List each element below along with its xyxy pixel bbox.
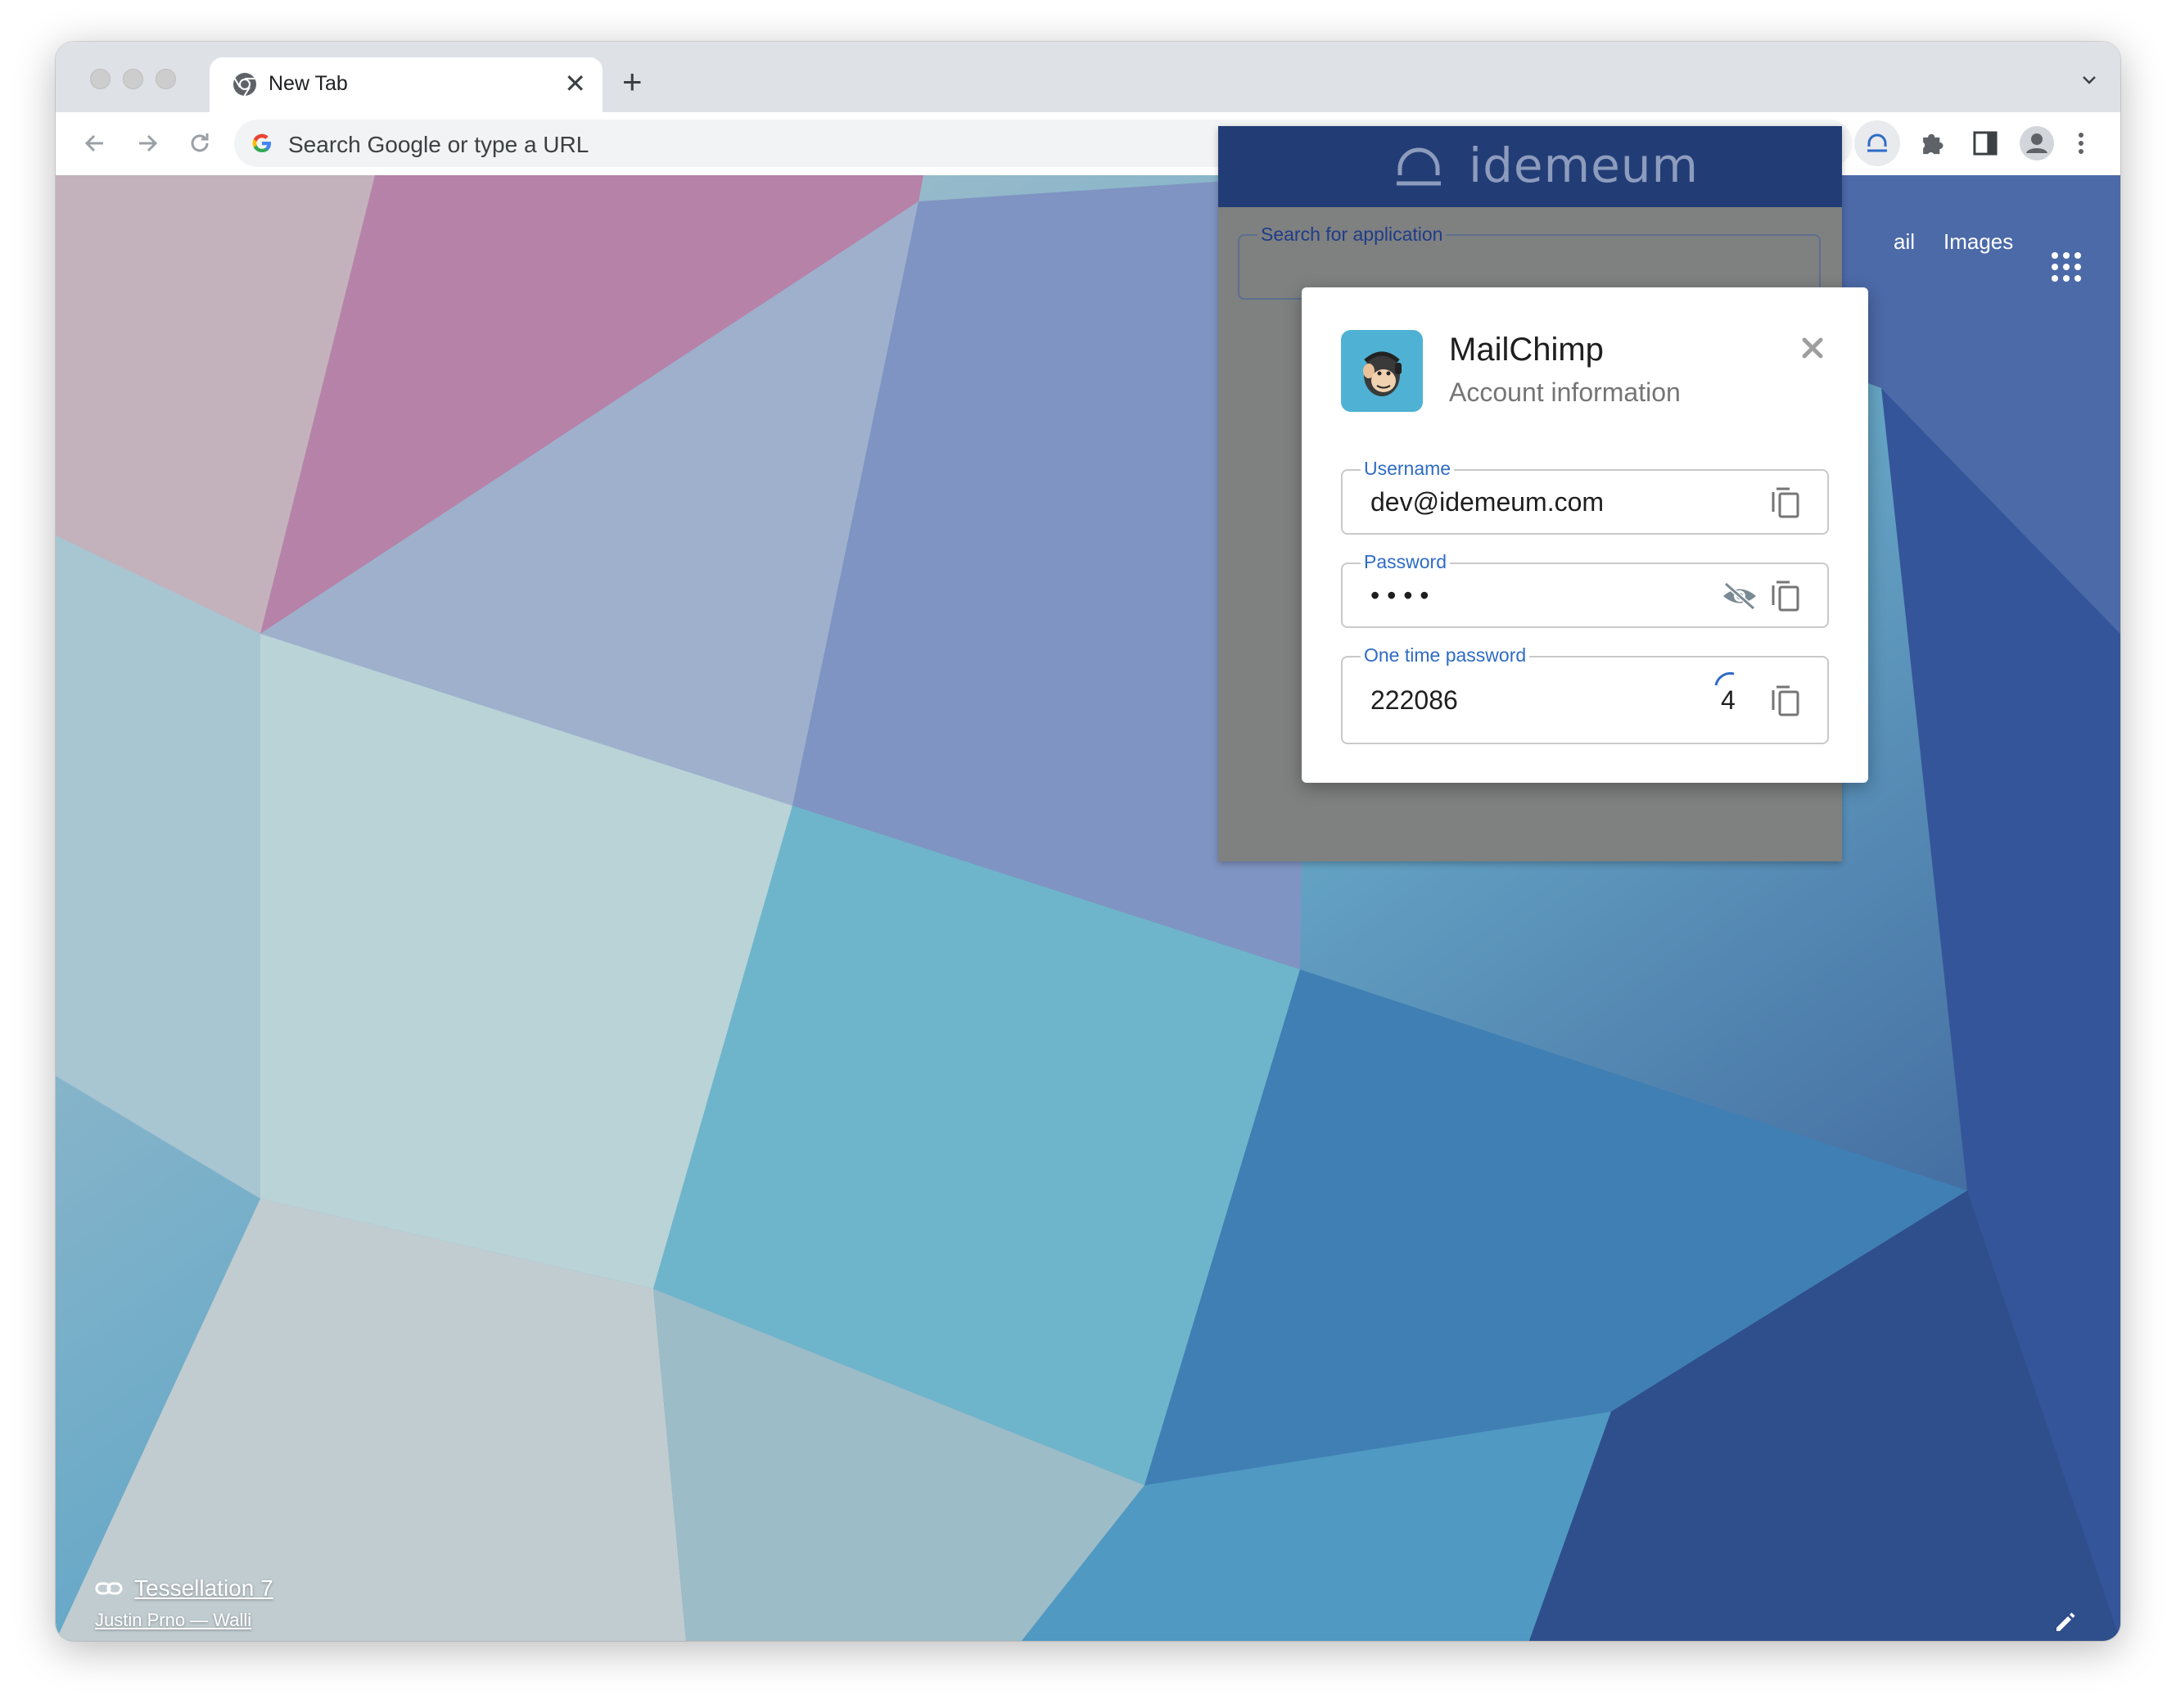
- reload-icon[interactable]: [185, 129, 214, 158]
- tab-strip: New Tab ✕ +: [56, 42, 2120, 112]
- close-window-button[interactable]: [90, 69, 111, 89]
- gmail-link[interactable]: ail: [1894, 229, 1915, 255]
- tab-close-icon[interactable]: ✕: [564, 69, 586, 98]
- extensions-puzzle-icon[interactable]: [1917, 128, 1948, 159]
- otp-label: One time password: [1361, 644, 1530, 666]
- freddie-monkey-icon: [1363, 351, 1402, 396]
- username-field[interactable]: Username dev@idemeum.com: [1341, 458, 1829, 535]
- mailchimp-logo-icon: [1341, 330, 1423, 412]
- tab-search-chevron-icon[interactable]: [2078, 68, 2101, 91]
- copy-password-icon[interactable]: [1770, 577, 1803, 613]
- extension-brand: idemeum: [1469, 138, 1700, 193]
- minimize-window-button[interactable]: [123, 69, 143, 89]
- toggle-visibility-icon[interactable]: [1721, 581, 1758, 612]
- back-icon[interactable]: [80, 129, 110, 158]
- app-subtitle: Account information: [1449, 377, 1681, 407]
- copy-otp-icon[interactable]: [1770, 682, 1803, 718]
- extension-header: idemeum: [1218, 126, 1842, 207]
- google-icon: [252, 133, 271, 152]
- link-icon: [95, 1582, 123, 1595]
- account-info-dialog: MailChimp Account information Username d…: [1302, 287, 1868, 783]
- tab-new-tab[interactable]: New Tab ✕: [210, 57, 603, 112]
- more-menu-icon[interactable]: [2071, 128, 2091, 159]
- side-panel-icon[interactable]: [1970, 128, 2001, 159]
- password-field[interactable]: Password • • • •: [1341, 551, 1829, 628]
- otp-field[interactable]: One time password 222086 4: [1341, 644, 1829, 744]
- forward-icon[interactable]: [133, 129, 162, 158]
- username-value: dev@idemeum.com: [1370, 487, 1605, 517]
- idemeum-extension-button[interactable]: [1854, 120, 1900, 166]
- attribution-subtitle[interactable]: Justin Prno — Walli: [95, 1610, 251, 1631]
- otp-value: 222086: [1370, 685, 1458, 715]
- application-search-label: Search for application: [1257, 224, 1447, 246]
- password-value: • • • •: [1370, 581, 1429, 610]
- otp-seconds-left: 4: [1721, 685, 1736, 715]
- password-label: Password: [1361, 551, 1450, 573]
- idemeum-dome-icon: [1867, 133, 1887, 152]
- idemeum-logo-icon: [1397, 147, 1441, 186]
- chrome-icon: [233, 73, 256, 97]
- google-apps-icon[interactable]: [2052, 252, 2081, 282]
- images-link[interactable]: Images: [1944, 229, 2013, 255]
- attribution-title[interactable]: Tessellation 7: [134, 1575, 273, 1602]
- username-label: Username: [1361, 458, 1455, 480]
- omnibox-placeholder: Search Google or type a URL: [288, 132, 589, 157]
- profile-avatar-icon[interactable]: [2019, 125, 2055, 161]
- copy-username-icon[interactable]: [1770, 484, 1803, 520]
- close-icon[interactable]: [1798, 333, 1827, 363]
- app-name: MailChimp: [1449, 332, 1604, 368]
- tab-title: New Tab: [269, 72, 348, 95]
- new-tab-button[interactable]: +: [622, 65, 643, 99]
- zoom-window-button[interactable]: [156, 69, 176, 89]
- customize-pencil-icon[interactable]: [2053, 1610, 2078, 1634]
